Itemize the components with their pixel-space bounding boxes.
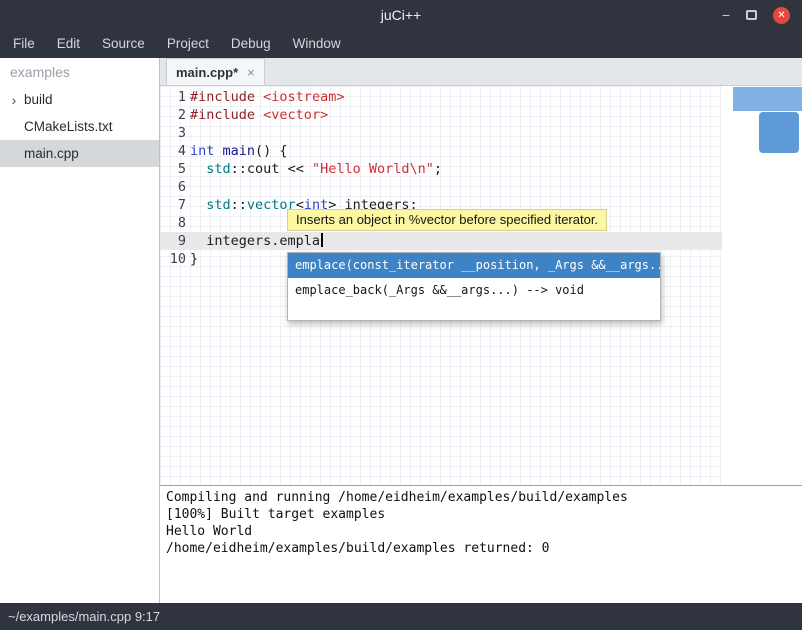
token-namespace: std [206,197,230,213]
file-tree-item-build[interactable]: ›build [0,86,159,113]
menu-bar: FileEditSourceProjectDebugWindow [0,30,802,58]
restore-button[interactable] [746,10,757,20]
token-plain [190,197,206,213]
title-bar[interactable]: juCi++ − ✕ [0,0,802,30]
status-bar: ~/examples/main.cpp 9:17 [0,603,802,630]
menu-project[interactable]: Project [156,30,220,58]
terminal-line: Hello World [166,523,802,540]
token-plain: } [190,251,198,267]
file-tree-item-cmakelists-txt[interactable]: CMakeLists.txt [0,113,159,140]
token-plain [255,107,263,123]
token-plain: << [279,161,312,177]
completion-item-1[interactable]: emplace(const_iterator __position, _Args… [288,253,660,278]
code-line-1[interactable]: 1#include <iostream> [160,88,722,106]
token-plain: ; [434,161,442,177]
line-number: 1 [160,88,186,106]
code-line-5[interactable]: 5 std::cout << "Hello World\n"; [160,160,722,178]
window-controls: − ✕ [722,0,790,30]
code-line-6[interactable]: 6 [160,178,722,196]
menu-window[interactable]: Window [282,30,352,58]
line-number: 9 [160,232,186,250]
token-plain: cout [247,161,280,177]
file-tree: ›build CMakeLists.txt main.cpp [0,86,159,167]
token-string: <vector> [263,107,328,123]
terminal-line: Compiling and running /home/eidheim/exam… [166,489,802,506]
code-line-4[interactable]: 4int main() { [160,142,722,160]
tab-main-cpp[interactable]: main.cpp* × [166,58,265,85]
main-area: main.cpp* × 1#include <iostream>2#includ… [160,58,802,603]
line-number: 2 [160,106,186,124]
code-line-3[interactable]: 3 [160,124,722,142]
terminal-line: /home/eidheim/examples/build/examples re… [166,540,802,557]
scroll-indicator-thumb[interactable] [759,112,799,153]
file-tree-item-main-cpp[interactable]: main.cpp [0,140,159,167]
code-text: #include <vector> [190,106,328,124]
minimize-button[interactable]: − [722,0,730,30]
token-plain: :: [231,161,247,177]
line-number: 7 [160,196,186,214]
line-number: 8 [160,214,186,232]
project-name: examples [0,58,159,86]
terminal-line: [100%] Built target examples [166,506,802,523]
code-text: std::cout << "Hello World\n"; [190,160,442,178]
token-string: "Hello World\n" [312,161,434,177]
menu-source[interactable]: Source [91,30,156,58]
window-title: juCi++ [381,7,421,23]
text-cursor [321,233,323,247]
line-number: 4 [160,142,186,160]
line-number: 3 [160,124,186,142]
token-string: <iostream> [263,89,344,105]
doc-tooltip: Inserts an object in %vector before spec… [287,209,607,231]
code-text: #include <iostream> [190,88,344,106]
tab-close-icon[interactable]: × [247,65,255,80]
menu-edit[interactable]: Edit [46,30,91,58]
token-plain: :: [231,197,247,213]
close-button[interactable]: ✕ [773,7,790,24]
code-text: } [190,250,198,268]
token-plain: () { [255,143,288,159]
line-number: 10 [160,250,186,268]
editor[interactable]: 1#include <iostream>2#include <vector>34… [160,86,802,485]
token-preproc: #include [190,89,255,105]
file-name: CMakeLists.txt [24,119,113,134]
token-plain [190,161,206,177]
code-text: int main() { [190,142,288,160]
tab-bar: main.cpp* × [160,58,802,86]
status-file-position: ~/examples/main.cpp 9:17 [8,609,160,624]
code-line-9[interactable]: 9 integers.empla [160,232,722,250]
terminal-output[interactable]: Compiling and running /home/eidheim/exam… [160,485,802,603]
code-text: integers.empla [190,232,323,250]
token-plain [255,89,263,105]
completion-item-2[interactable]: emplace_back(_Args &&__args...) --> void [288,278,660,303]
token-function: main [223,143,256,159]
line-number: 6 [160,178,186,196]
menu-debug[interactable]: Debug [220,30,282,58]
sidebar: examples ›build CMakeLists.txt main.cpp [0,58,160,603]
token-preproc: #include [190,107,255,123]
scroll-indicator-track[interactable] [733,87,802,111]
file-name: main.cpp [24,146,79,161]
completion-popup: emplace(const_iterator __position, _Args… [287,252,661,321]
expander-chevron-icon[interactable]: › [4,92,24,108]
token-plain [190,233,206,249]
menu-file[interactable]: File [2,30,46,58]
tab-label: main.cpp* [176,65,238,80]
code-line-2[interactable]: 2#include <vector> [160,106,722,124]
token-plain: integers.empla [206,233,320,249]
line-number: 5 [160,160,186,178]
token-namespace: std [206,161,230,177]
token-plain [214,143,222,159]
juci-window: juCi++ − ✕ FileEditSourceProjectDebugWin… [0,0,802,630]
file-name: build [24,92,53,107]
token-keyword: int [190,143,214,159]
